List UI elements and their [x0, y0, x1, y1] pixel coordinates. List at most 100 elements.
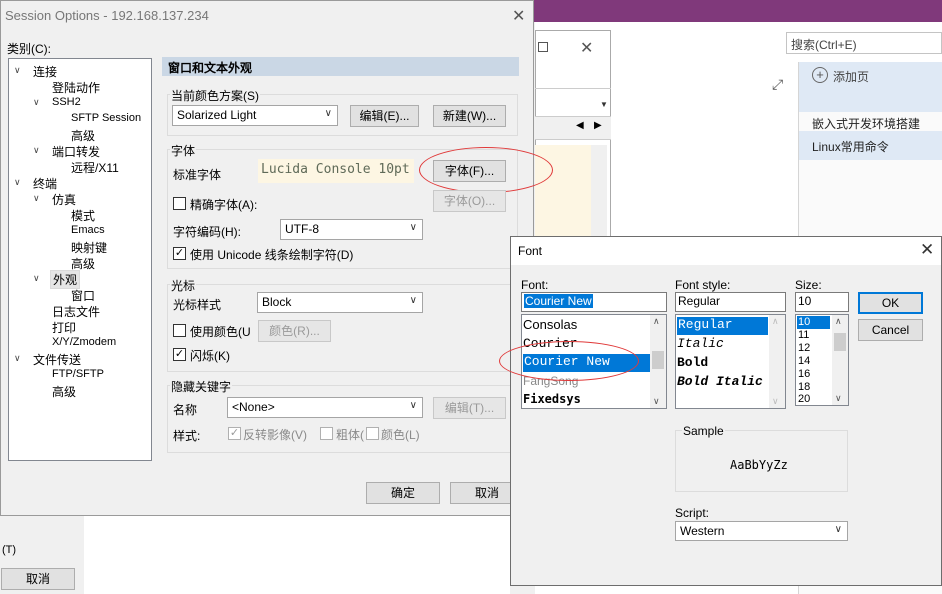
chevron-up-icon[interactable]: ∧	[835, 316, 842, 327]
background-cancel-button[interactable]: 取消	[1, 568, 75, 590]
keyword-edit-button[interactable]: 编辑(T)...	[433, 397, 506, 419]
scrollbar[interactable]: ∧ ∨	[650, 315, 666, 408]
charset-select[interactable]: UTF-8 ∨	[280, 219, 423, 240]
chevron-left-icon[interactable]: ◀	[576, 120, 584, 131]
chevron-up-icon[interactable]: ∧	[772, 316, 779, 327]
category-label: 类别(C):	[7, 42, 51, 56]
tree-item-advanced[interactable]: 高级	[52, 383, 76, 400]
tree-item-log-file[interactable]: 日志文件	[52, 303, 100, 320]
bold-checkbox[interactable]	[320, 427, 333, 440]
edit-color-scheme-button[interactable]: 编辑(E)...	[350, 105, 419, 127]
scrollbar[interactable]: ∧ ∨	[769, 315, 785, 408]
font-style-label: Font style:	[675, 278, 731, 292]
expand-icon[interactable]: ⤢	[772, 76, 783, 93]
tree-item-remote-x11[interactable]: 远程/X11	[71, 159, 119, 176]
page-item[interactable]: Linux常用命令	[812, 138, 889, 155]
tree-item-connection[interactable]: 连接	[33, 63, 57, 80]
font-size-option[interactable]: 18	[798, 381, 810, 393]
font-option[interactable]: Consolas	[523, 317, 577, 332]
reverse-video-label: 反转影像(V)	[243, 428, 307, 442]
cursor-color-button[interactable]: 颜色(R)...	[258, 320, 331, 342]
font-size-option[interactable]: 20	[798, 393, 810, 405]
tree-item-terminal[interactable]: 终端	[33, 175, 57, 192]
use-color-checkbox[interactable]	[173, 324, 186, 337]
chevron-down-icon[interactable]: ∨	[14, 353, 21, 364]
precise-font-button[interactable]: 字体(O)...	[433, 190, 506, 212]
font-style-option[interactable]: Bold Italic	[677, 374, 763, 389]
new-color-scheme-button[interactable]: 新建(W)...	[433, 105, 506, 127]
chevron-down-icon[interactable]: ∨	[33, 97, 40, 108]
sample-label: Sample	[682, 424, 725, 438]
blink-checkbox[interactable]: ✓	[173, 348, 186, 361]
scroll-thumb[interactable]	[834, 333, 846, 351]
font-option[interactable]: Fixedsys	[523, 392, 581, 406]
dropdown-arrow-icon[interactable]: ▼	[600, 100, 608, 109]
cursor-style-select[interactable]: Block ∨	[257, 292, 423, 313]
keyword-name-select[interactable]: <None> ∨	[227, 397, 423, 418]
plus-icon: +	[812, 67, 828, 83]
ok-button[interactable]: 确定	[366, 482, 440, 504]
unicode-line-checkbox[interactable]: ✓	[173, 247, 186, 260]
font-ok-button[interactable]: OK	[858, 292, 923, 314]
chevron-down-icon[interactable]: ∨	[33, 193, 40, 204]
font-size-option-selected[interactable]: 10	[797, 316, 830, 329]
chevron-down-icon[interactable]: ∨	[33, 145, 40, 156]
keyword-style-label: 样式:	[173, 429, 201, 443]
font-size-list[interactable]: 10 11 12 14 16 18 20 ∧ ∨	[795, 314, 849, 406]
font-style-input[interactable]: Regular	[675, 292, 786, 312]
scrollbar[interactable]: ∧ ∨	[832, 315, 848, 405]
tree-item-ftp-sftp[interactable]: FTP/SFTP	[52, 368, 104, 380]
script-select[interactable]: Western ∨	[675, 521, 848, 541]
maximize-icon[interactable]	[538, 42, 548, 52]
tree-item-modes[interactable]: 模式	[71, 207, 95, 224]
chevron-down-icon[interactable]: ∨	[653, 396, 660, 407]
scrollbar[interactable]	[591, 145, 607, 245]
font-size-option[interactable]: 16	[798, 368, 810, 380]
reverse-video-checkbox[interactable]: ✓	[228, 427, 241, 440]
tree-item-printing[interactable]: 打印	[52, 319, 76, 336]
chevron-down-icon[interactable]: ∨	[772, 396, 779, 407]
tree-item-window[interactable]: 窗口	[71, 287, 95, 304]
font-name-input[interactable]: Courier New	[521, 292, 667, 312]
cursor-label: 光标	[170, 277, 197, 294]
font-dialog-title: Font	[518, 244, 543, 258]
font-style-list[interactable]: Regular Italic Bold Bold Italic ∧ ∨	[675, 314, 786, 409]
chevron-down-icon[interactable]: ∨	[835, 393, 842, 404]
font-cancel-button[interactable]: Cancel	[858, 319, 923, 341]
scroll-thumb[interactable]	[652, 351, 664, 369]
annotation-circle	[419, 147, 553, 193]
font-size-option[interactable]: 11	[798, 329, 809, 341]
keyword-color-label: 颜色(L)	[381, 428, 420, 442]
font-size-option[interactable]: 14	[798, 355, 810, 367]
tree-item-port-forwarding[interactable]: 端口转发	[52, 143, 100, 160]
font-style-option[interactable]: Italic	[677, 336, 724, 351]
font-size-option[interactable]: 12	[798, 342, 810, 354]
color-scheme-select[interactable]: Solarized Light ∨	[172, 105, 338, 126]
precise-font-checkbox[interactable]	[173, 197, 186, 210]
tree-item-sftp-session[interactable]: SFTP Session	[71, 112, 141, 124]
chevron-down-icon[interactable]: ∨	[14, 65, 21, 76]
tree-item-file-transfer[interactable]: 文件传送	[33, 351, 81, 368]
keyword-color-checkbox[interactable]	[366, 427, 379, 440]
precise-font-label: 精确字体(A):	[190, 198, 258, 212]
font-size-input[interactable]: 10	[795, 292, 849, 312]
tree-item-login-actions[interactable]: 登陆动作	[52, 79, 100, 96]
tree-item-advanced[interactable]: 高级	[71, 127, 95, 144]
close-icon[interactable]: ✕	[512, 6, 525, 26]
font-style-option-selected[interactable]: Regular	[677, 317, 768, 335]
category-tree[interactable]: ∨ 连接 登陆动作 ∨ SSH2 SFTP Session 高级 ∨ 端口转发 …	[8, 58, 152, 461]
tree-item-emulation[interactable]: 仿真	[52, 191, 76, 208]
tree-item-emacs[interactable]: Emacs	[71, 224, 105, 236]
chevron-down-icon[interactable]: ∨	[33, 273, 40, 284]
search-input[interactable]: 搜索(Ctrl+E)	[786, 32, 942, 54]
chevron-right-icon[interactable]: ▶	[594, 120, 602, 131]
chevron-up-icon[interactable]: ∧	[653, 316, 660, 327]
close-icon[interactable]: ✕	[580, 38, 593, 58]
close-icon[interactable]: ✕	[920, 240, 934, 260]
page-item[interactable]: 嵌入式开发环境搭建	[812, 115, 920, 132]
tree-item-ssh2[interactable]: SSH2	[52, 96, 81, 108]
tree-item-xyzmodem[interactable]: X/Y/Zmodem	[52, 336, 116, 348]
chevron-down-icon[interactable]: ∨	[14, 177, 21, 188]
tree-item-mapped-keys[interactable]: 映射键	[71, 239, 107, 256]
font-style-option[interactable]: Bold	[677, 355, 708, 370]
